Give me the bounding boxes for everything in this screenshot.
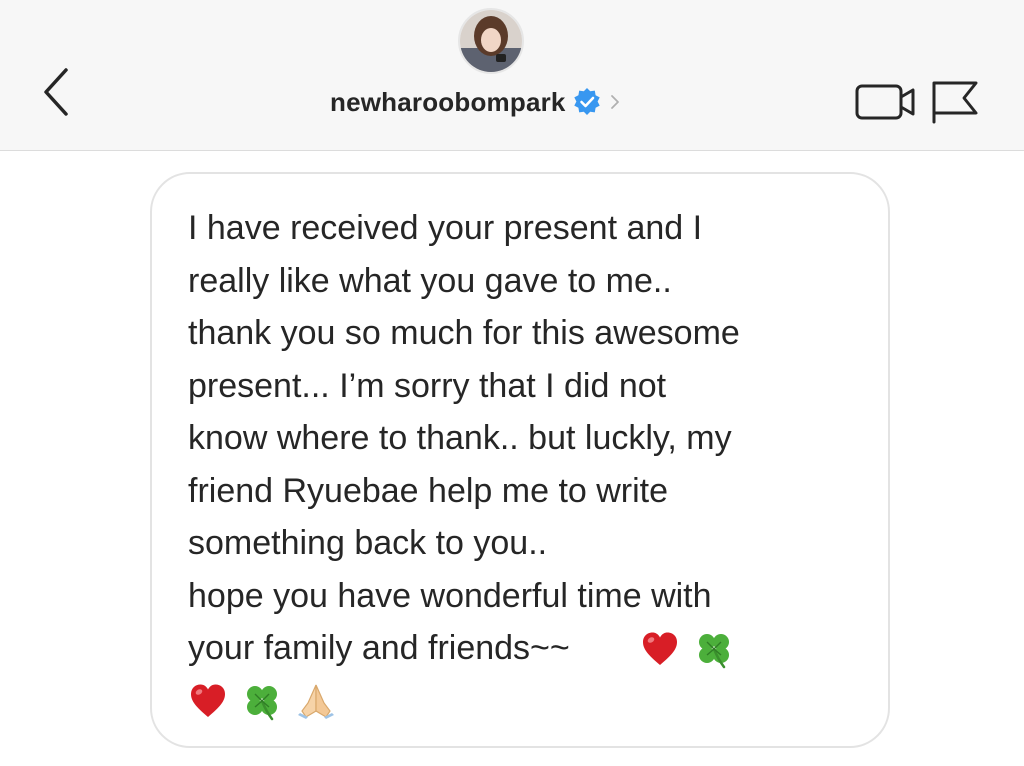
dm-thread-screen: newharoobompark I have received your pre… (0, 0, 1024, 766)
thread-title[interactable]: newharoobompark (330, 82, 690, 122)
chevron-left-icon (44, 68, 68, 116)
flag-icon (932, 81, 978, 124)
heart-emoji (643, 632, 677, 665)
verified-badge-icon (573, 88, 600, 115)
back-button[interactable] (34, 62, 84, 122)
video-call-icon (855, 84, 915, 120)
folded-hands-emoji (298, 684, 334, 719)
chevron-right-icon (610, 95, 619, 109)
four-leaf-clover-emoji (699, 634, 729, 669)
message-text: I have received your present and I reall… (188, 209, 740, 667)
username-label: newharoobompark (330, 86, 566, 117)
profile-avatar[interactable] (458, 8, 524, 74)
thread-header: newharoobompark (0, 0, 1024, 151)
message-emojis-row (188, 676, 336, 726)
four-leaf-clover-emoji (247, 686, 277, 721)
flag-button[interactable] (928, 78, 982, 126)
avatar-image (460, 10, 522, 72)
heart-emoji (191, 684, 225, 717)
video-call-button[interactable] (853, 80, 923, 124)
message-emojis-inline (640, 624, 734, 674)
